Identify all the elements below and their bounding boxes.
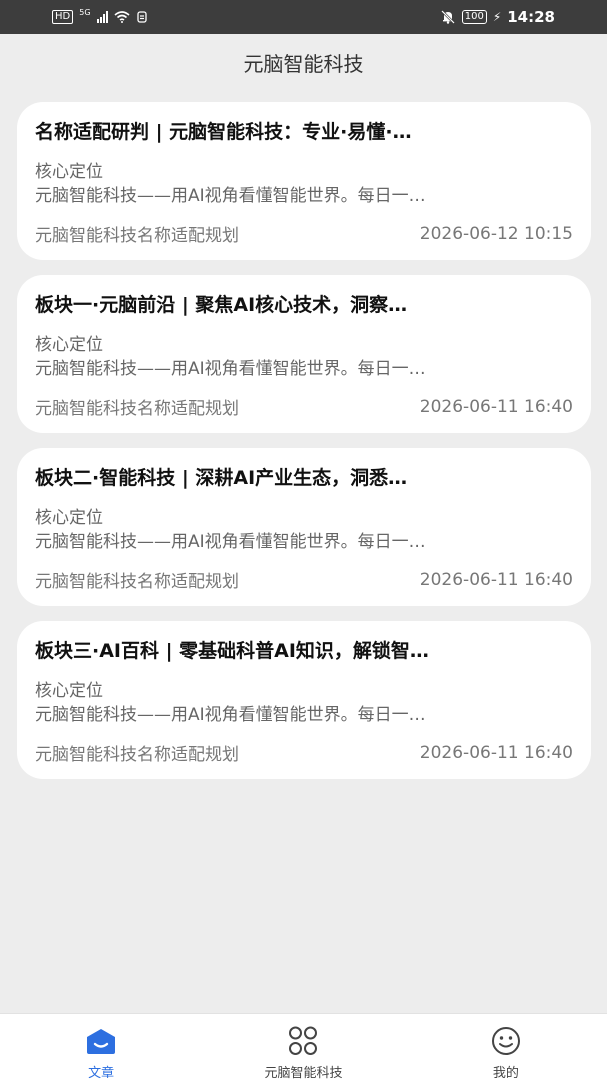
wifi-icon (114, 11, 130, 23)
tab-profile[interactable]: 我的 (405, 1014, 607, 1080)
article-card[interactable]: 板块三·AI百科 | 零基础科普AI知识，解锁智… 核心定位 元脑智能科技——用… (17, 621, 591, 779)
tab-home[interactable]: 元脑智能科技 (202, 1014, 404, 1080)
smile-icon (489, 1026, 523, 1056)
status-left: HD 5G (52, 7, 148, 24)
article-source: 元脑智能科技名称适配规划 (35, 226, 239, 246)
article-summary: 元脑智能科技——用AI视角看懂智能世界。每日一… (35, 186, 426, 206)
article-time: 2026-06-11 16:40 (419, 569, 573, 590)
article-time: 2026-06-12 10:15 (419, 223, 573, 244)
sim-icon (136, 11, 147, 23)
article-meta: 元脑智能科技名称适配规划 2026-06-11 16:40 (35, 394, 573, 420)
article-subtitle: 核心定位 (35, 162, 103, 182)
article-card[interactable]: 板块一·元脑前沿 | 聚焦AI核心技术，洞察… 核心定位 元脑智能科技——用AI… (17, 275, 591, 433)
article-icon (84, 1026, 118, 1056)
article-meta: 元脑智能科技名称适配规划 2026-06-12 10:15 (35, 221, 573, 247)
tab-label: 元脑智能科技 (264, 1066, 343, 1080)
page-title: 元脑智能科技 (243, 51, 364, 76)
article-meta: 元脑智能科技名称适配规划 2026-06-11 16:40 (35, 567, 573, 593)
mute-bell-icon (440, 10, 455, 24)
article-subtitle: 核心定位 (35, 335, 103, 355)
article-title: 板块一·元脑前沿 | 聚焦AI核心技术，洞察… (35, 294, 408, 316)
article-card[interactable]: 板块二·智能科技 | 深耕AI产业生态，洞悉… 核心定位 元脑智能科技——用AI… (17, 448, 591, 606)
bottom-tab-bar: 文章 元脑智能科技 我的 (0, 1013, 607, 1080)
article-summary: 元脑智能科技——用AI视角看懂智能世界。每日一… (35, 532, 426, 552)
article-summary: 元脑智能科技——用AI视角看懂智能世界。每日一… (35, 359, 426, 379)
article-title: 名称适配研判 | 元脑智能科技：专业·易懂·… (35, 121, 412, 143)
status-time: 14:28 (507, 8, 555, 26)
hd-indicator: HD (52, 10, 74, 24)
article-source: 元脑智能科技名称适配规划 (35, 572, 239, 592)
apps-icon (286, 1026, 320, 1056)
article-title: 板块三·AI百科 | 零基础科普AI知识，解锁智… (35, 640, 429, 662)
article-time: 2026-06-11 16:40 (419, 742, 573, 763)
tab-label: 我的 (492, 1066, 519, 1080)
article-summary: 元脑智能科技——用AI视角看懂智能世界。每日一… (35, 705, 426, 725)
article-source: 元脑智能科技名称适配规划 (35, 399, 239, 419)
article-subtitle: 核心定位 (35, 681, 103, 701)
status-bar: HD 5G 100 ⚡ 14:28 (0, 0, 607, 34)
article-card[interactable]: 名称适配研判 | 元脑智能科技：专业·易懂·… 核心定位 元脑智能科技——用AI… (17, 102, 591, 260)
tab-label: 文章 (88, 1066, 115, 1080)
signal-icon (96, 11, 108, 23)
article-title: 板块二·智能科技 | 深耕AI产业生态，洞悉… (35, 467, 408, 489)
article-list: 名称适配研判 | 元脑智能科技：专业·易懂·… 核心定位 元脑智能科技——用AI… (17, 102, 591, 794)
charging-icon: ⚡ (492, 10, 502, 24)
article-subtitle: 核心定位 (35, 508, 103, 528)
article-source: 元脑智能科技名称适配规划 (35, 745, 239, 765)
article-meta: 元脑智能科技名称适配规划 2026-06-11 16:40 (35, 740, 573, 766)
battery-icon: 100 (461, 10, 487, 24)
tab-articles[interactable]: 文章 (0, 1014, 202, 1080)
app-header: 元脑智能科技 (0, 34, 607, 90)
status-right: 100 ⚡ 14:28 (440, 8, 555, 26)
article-time: 2026-06-11 16:40 (419, 396, 573, 417)
network-type: 5G (79, 7, 91, 17)
